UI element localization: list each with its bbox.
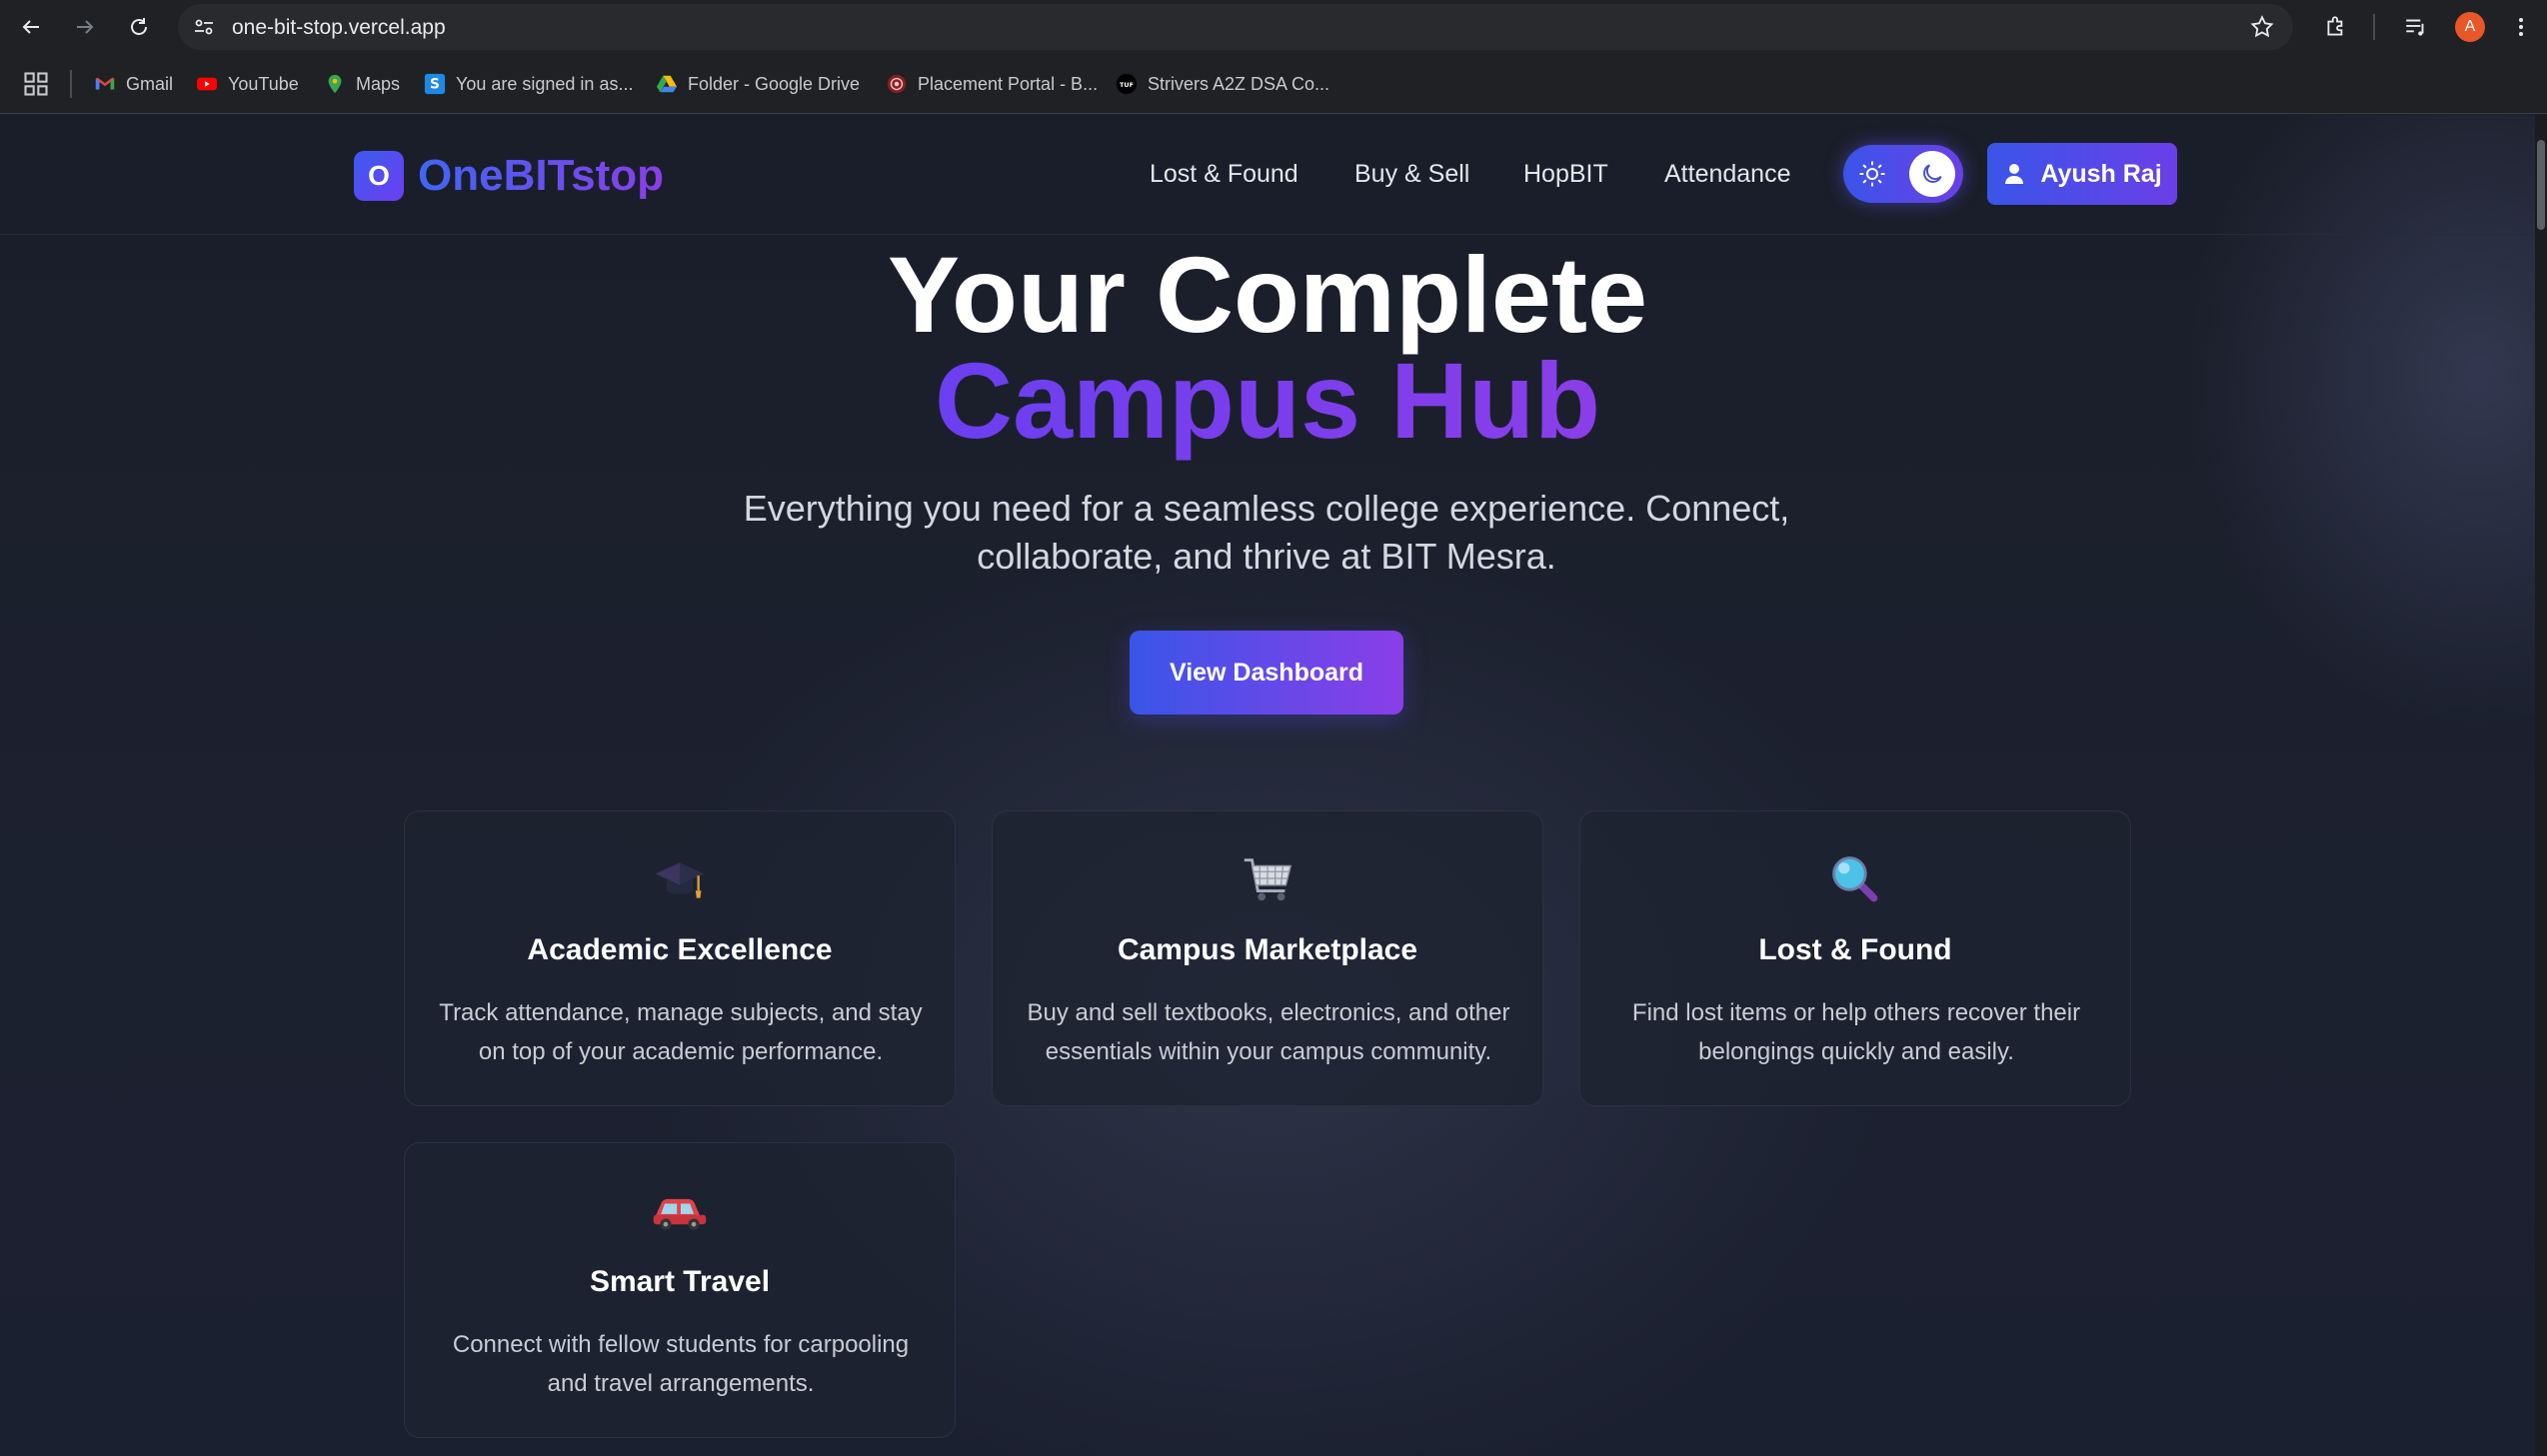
svg-text:S: S xyxy=(430,77,440,93)
card-title: Academic Excellence xyxy=(527,933,833,966)
youtube-icon xyxy=(196,73,218,95)
apps-grid-icon[interactable] xyxy=(22,70,50,98)
reload-button[interactable] xyxy=(122,10,156,44)
page-viewport: O OneBITstop Lost & Found Buy & Sell Hop… xyxy=(0,115,2535,1456)
view-dashboard-button[interactable]: View Dashboard xyxy=(1130,631,1403,715)
puzzle-piece-icon xyxy=(2327,16,2343,36)
feature-card-lost-found[interactable]: Lost & Found Find lost items or help oth… xyxy=(1579,810,2131,1106)
user-icon xyxy=(2005,164,2024,184)
site-header: O OneBITstop Lost & Found Buy & Sell Hop… xyxy=(0,115,2535,235)
svg-text:TUF: TUF xyxy=(1120,81,1134,89)
site-settings-icon[interactable] xyxy=(192,15,216,39)
address-bar[interactable]: one-bit-stop.vercel.app xyxy=(178,4,2293,50)
bookmarks-bar: Gmail YouTube Maps S You are signed in a… xyxy=(0,54,2547,114)
feature-card-travel[interactable]: Smart Travel Connect with fellow student… xyxy=(404,1142,956,1438)
gmail-icon xyxy=(94,73,116,95)
hero-title-line1: Your Complete xyxy=(887,234,1648,355)
shopping-cart-icon xyxy=(993,851,1542,907)
card-description: Connect with fellow students for carpool… xyxy=(452,1331,910,1397)
logo-mark: O xyxy=(354,151,404,201)
bookmark-maps[interactable]: Maps xyxy=(324,68,400,100)
user-profile-button[interactable]: Ayush Raj xyxy=(1987,143,2177,205)
nav-attendance[interactable]: Attendance xyxy=(1664,160,1791,189)
logo-text: OneBITstop xyxy=(418,151,665,200)
google-drive-icon xyxy=(656,73,678,95)
hero-subtitle: Everything you need for a seamless colle… xyxy=(743,488,1790,577)
s-logo-icon: S xyxy=(424,73,446,95)
browser-toolbar: one-bit-stop.vercel.app A xyxy=(0,0,2547,54)
bookmarks-divider xyxy=(70,70,72,98)
card-description: Find lost items or help others recover t… xyxy=(1631,999,2081,1065)
graduation-cap-icon xyxy=(405,851,955,907)
sun-icon xyxy=(1859,161,1885,187)
toolbar-divider xyxy=(2373,14,2375,40)
user-name: Ayush Raj xyxy=(2040,159,2162,188)
magnifying-glass-icon xyxy=(1580,851,2130,907)
nav-hopbit[interactable]: HopBIT xyxy=(1523,160,1608,189)
card-title: Lost & Found xyxy=(1758,933,1952,966)
tuf-icon: TUF xyxy=(1116,73,1138,95)
bookmark-star-icon[interactable] xyxy=(2249,14,2275,40)
card-title: Smart Travel xyxy=(589,1265,771,1298)
maps-icon xyxy=(324,73,346,95)
reload-icon xyxy=(131,18,147,35)
bookmark-placement-portal[interactable]: Placement Portal - B... xyxy=(886,68,1098,100)
nav-lost-found[interactable]: Lost & Found xyxy=(1150,160,1298,189)
feature-card-marketplace[interactable]: Campus Marketplace Buy and sell textbook… xyxy=(992,810,1543,1106)
car-icon xyxy=(405,1183,955,1239)
theme-toggle[interactable] xyxy=(1843,145,1963,203)
card-title: Campus Marketplace xyxy=(1117,933,1418,966)
profile-avatar[interactable]: A xyxy=(2455,12,2485,42)
page-scrollbar[interactable] xyxy=(2535,115,2547,1456)
bookmark-youtube[interactable]: YouTube xyxy=(196,68,299,100)
media-controls-button[interactable] xyxy=(2399,10,2433,44)
arrow-right-icon xyxy=(77,20,94,34)
url-text[interactable]: one-bit-stop.vercel.app xyxy=(232,16,446,40)
back-button[interactable] xyxy=(14,10,48,44)
kebab-menu-icon xyxy=(2519,18,2523,36)
card-description: Track attendance, manage subjects, and s… xyxy=(439,999,923,1065)
feature-card-academic[interactable]: Academic Excellence Track attendance, ma… xyxy=(404,810,956,1106)
hero-title-line2: Campus Hub xyxy=(934,340,1601,461)
placement-portal-icon xyxy=(886,73,908,95)
media-queue-icon xyxy=(2406,19,2424,36)
moon-icon xyxy=(1923,164,1942,183)
bookmark-signed-in[interactable]: S You are signed in as... xyxy=(424,68,633,100)
scrollbar-thumb[interactable] xyxy=(2537,140,2545,230)
card-description: Buy and sell textbooks, electronics, and… xyxy=(1027,999,1510,1065)
arrow-left-icon xyxy=(22,20,39,34)
bookmark-google-drive[interactable]: Folder - Google Drive xyxy=(656,68,860,100)
bookmark-strivers[interactable]: TUF Strivers A2Z DSA Co... xyxy=(1116,68,1329,100)
forward-button[interactable] xyxy=(68,10,102,44)
toggle-knob xyxy=(1909,151,1955,197)
nav-buy-sell[interactable]: Buy & Sell xyxy=(1354,160,1469,189)
browser-menu-button[interactable] xyxy=(2509,10,2533,44)
bookmark-gmail[interactable]: Gmail xyxy=(94,68,173,100)
extensions-button[interactable] xyxy=(2319,10,2353,44)
site-logo[interactable]: O OneBITstop xyxy=(354,151,664,201)
